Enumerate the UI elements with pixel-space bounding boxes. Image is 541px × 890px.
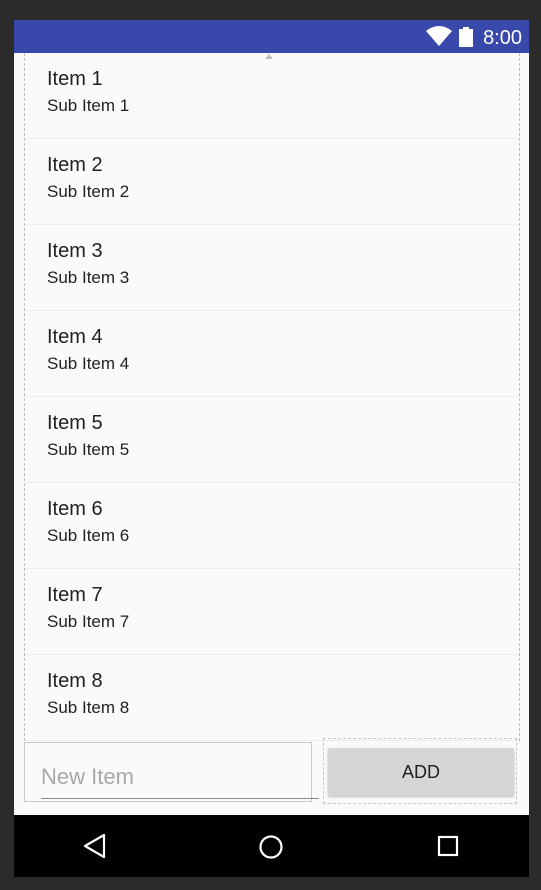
- list-item[interactable]: Item 5 Sub Item 5: [25, 397, 519, 483]
- item-title: Item 3: [47, 240, 103, 262]
- list-item[interactable]: Item 4 Sub Item 4: [25, 311, 519, 397]
- list-item[interactable]: Item 3 Sub Item 3: [25, 225, 519, 311]
- recents-icon[interactable]: [437, 835, 461, 859]
- item-subtitle: Sub Item 6: [47, 526, 130, 545]
- item-subtitle: Sub Item 7: [47, 612, 130, 631]
- input-row: ADD: [14, 736, 529, 815]
- back-icon[interactable]: [82, 833, 108, 859]
- item-title: Item 2: [47, 154, 103, 176]
- layout-guide-marker: [265, 54, 273, 59]
- status-bar: 8:00: [14, 20, 529, 53]
- item-subtitle: Sub Item 1: [47, 96, 130, 115]
- list-item[interactable]: Item 7 Sub Item 7: [25, 569, 519, 655]
- item-title: Item 1: [47, 68, 103, 90]
- wifi-icon: [426, 26, 452, 46]
- battery-icon: [459, 27, 473, 47]
- list-item[interactable]: Item 1 Sub Item 1: [25, 53, 519, 139]
- item-subtitle: Sub Item 4: [47, 354, 130, 373]
- item-subtitle: Sub Item 3: [47, 268, 130, 287]
- device-screen: 8:00 Item 1 Sub Item 1 Item 2 Sub Item 2…: [14, 20, 529, 877]
- navigation-bar: [14, 815, 529, 877]
- item-title: Item 6: [47, 498, 103, 520]
- input-frame: [24, 742, 319, 802]
- item-title: Item 4: [47, 326, 103, 348]
- item-subtitle: Sub Item 8: [47, 698, 130, 717]
- item-list[interactable]: Item 1 Sub Item 1 Item 2 Sub Item 2 Item…: [24, 53, 520, 741]
- new-item-input[interactable]: [41, 759, 319, 799]
- list-item[interactable]: Item 6 Sub Item 6: [25, 483, 519, 569]
- home-icon[interactable]: [258, 834, 284, 860]
- item-title: Item 5: [47, 412, 103, 434]
- add-button[interactable]: ADD: [328, 748, 514, 796]
- item-subtitle: Sub Item 5: [47, 440, 130, 459]
- item-subtitle: Sub Item 2: [47, 182, 130, 201]
- item-title: Item 8: [47, 670, 103, 692]
- item-title: Item 7: [47, 584, 103, 606]
- list-item[interactable]: Item 2 Sub Item 2: [25, 139, 519, 225]
- status-time: 8:00: [483, 27, 522, 49]
- list-item[interactable]: Item 8 Sub Item 8: [25, 655, 519, 741]
